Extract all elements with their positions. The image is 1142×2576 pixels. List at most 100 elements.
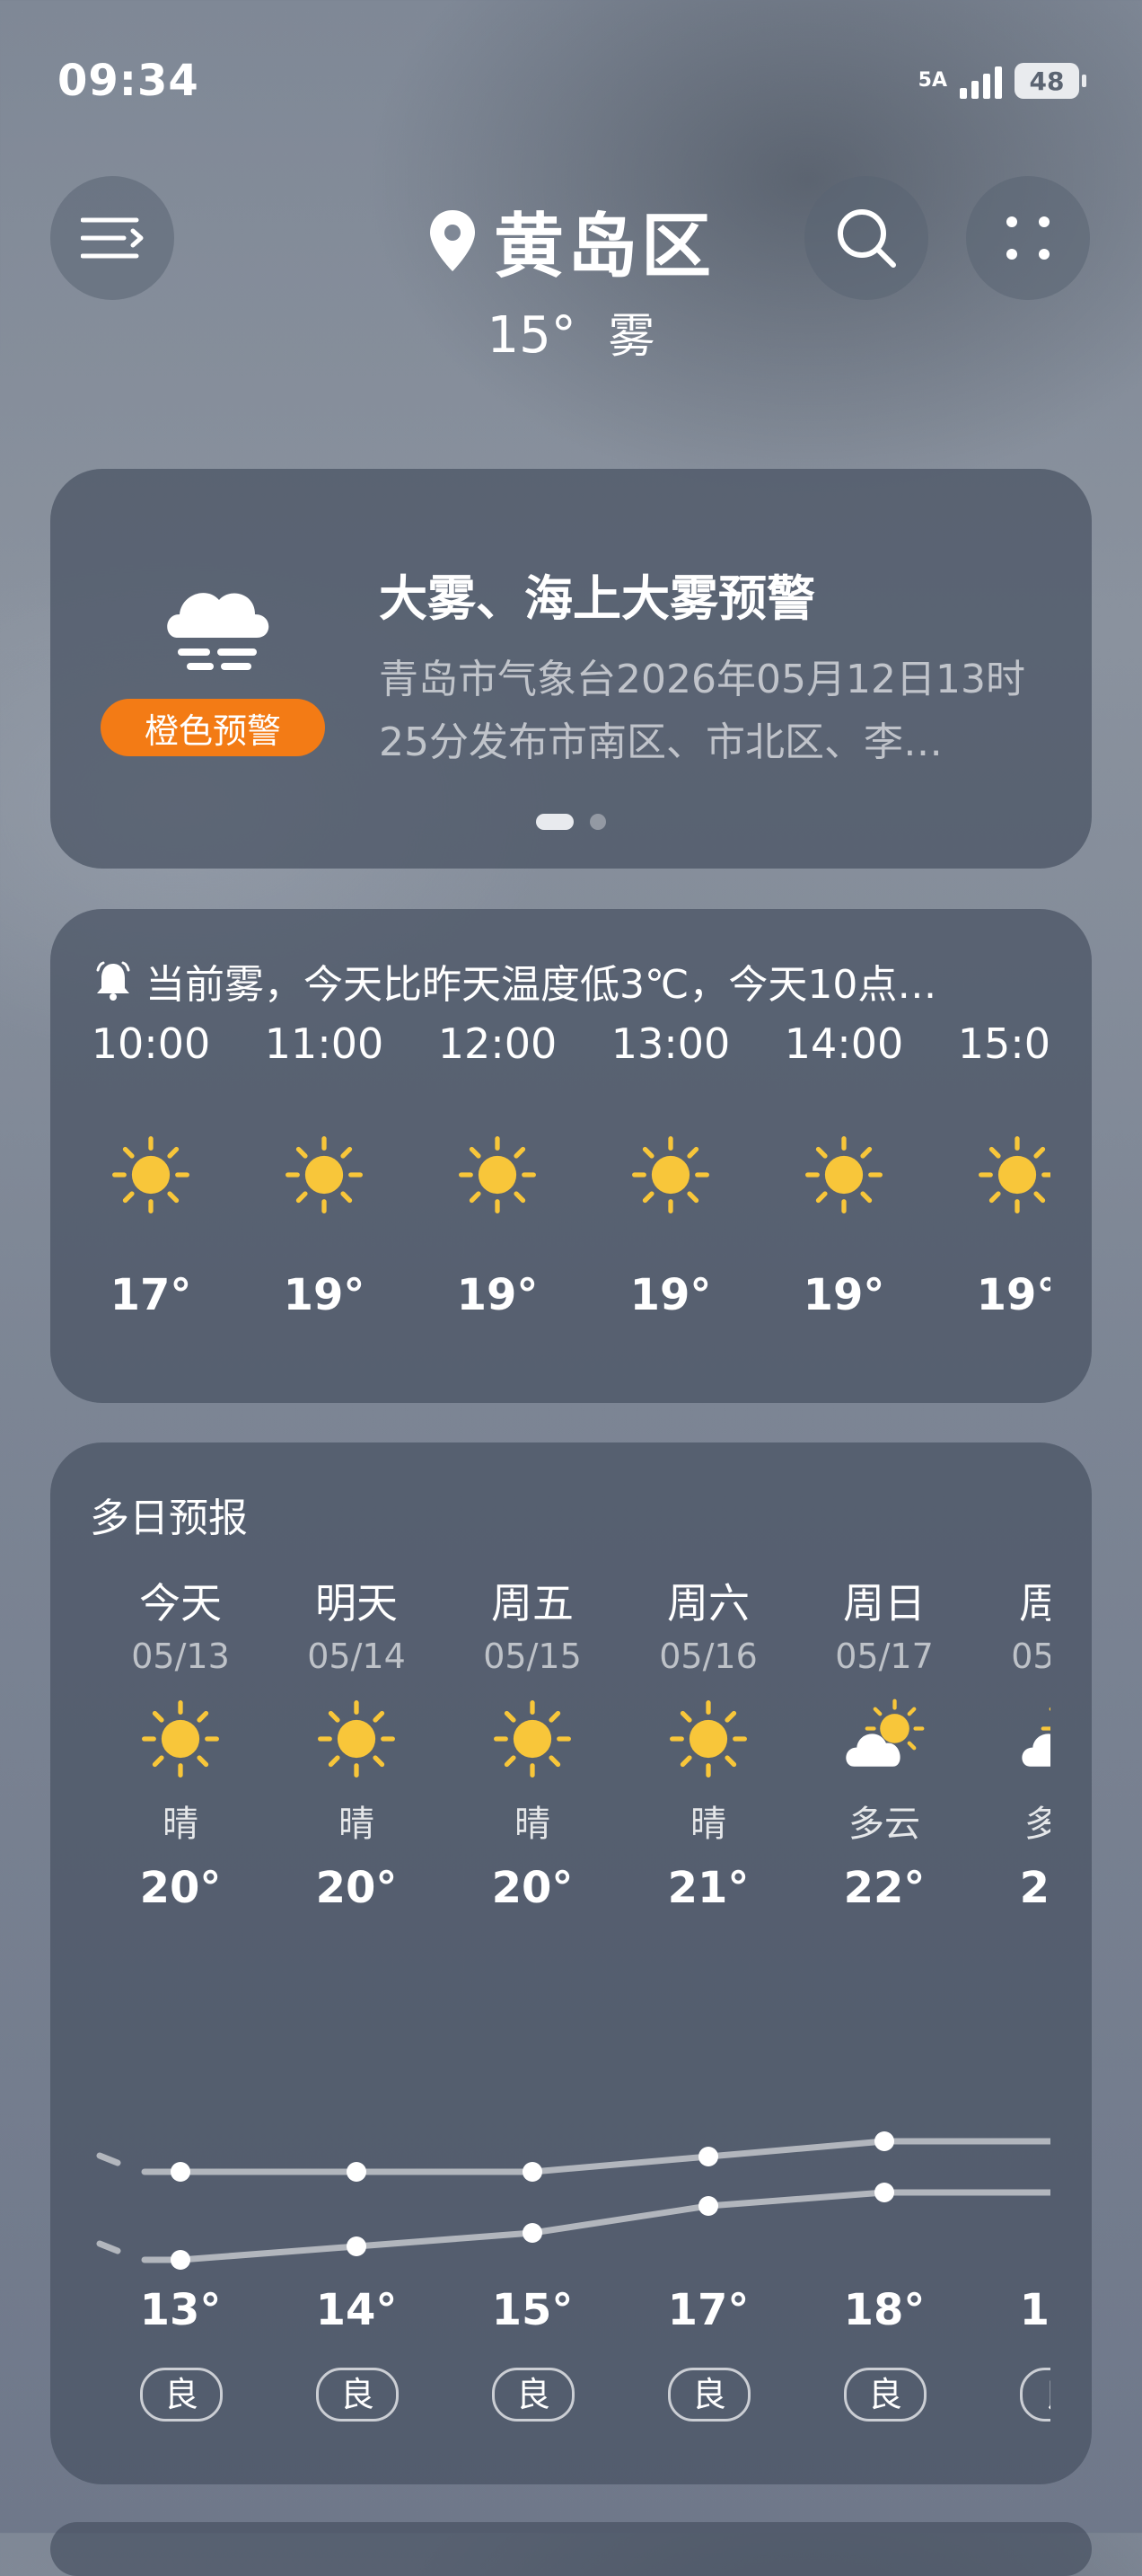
day-item[interactable]: 周六 05/16 晴 21° 17° 良 [632,1577,785,2422]
hour-item: 12:00 19° [426,1017,569,1320]
hour-icon-wrap [426,1132,569,1222]
alert-card[interactable]: 橙色预警 大雾、海上大雾预警 青岛市气象台2026年05月12日13时25分发布… [50,469,1092,869]
air-quality-badge: 良 [844,2368,927,2422]
hour-time: 11:00 [264,1019,384,1068]
high-temp-point [347,2162,366,2182]
hour-time: 13:00 [611,1019,731,1068]
hour-time: 15:00 [957,1019,1050,1068]
day-condition: 多云 [848,1804,920,1845]
day-item[interactable]: 今天 05/13 晴 20° 13° 良 [104,1577,257,2422]
day-name: 明天 [315,1579,398,1628]
bell-icon [96,961,130,1001]
day-name: 周日 [843,1579,926,1628]
location-pin-icon [429,210,475,271]
day-high: 20° [315,1863,398,1913]
day-icon-wrap [456,1694,609,1784]
hour-item: 11:00 19° [252,1017,396,1320]
sun-icon [632,1136,709,1213]
air-quality-badge: 良 [668,2368,751,2422]
alert-description: 青岛市气象台2026年05月12日13时25分发布市南区、市北区、李… [379,657,1025,765]
next-card [50,2522,1092,2576]
day-high: 22° [843,1863,926,1913]
hourly-summary: 当前雾，今天比昨天温度低3℃，今天10点… [95,952,1065,1010]
city-name: 黄岛区 [493,207,715,287]
air-quality-badge: 良 [140,2368,223,2422]
day-item[interactable]: 周一 05/18 多云 22° 18° 良 [984,1577,1050,2422]
daily-scroll[interactable]: 今天 05/13 晴 20° 13° 良明天 05/14 晴 20° 14° 良… [50,1577,1050,2475]
hour-item: 13:00 19° [599,1017,742,1320]
day-high: 22° [1019,1863,1050,1913]
search-button[interactable] [804,176,928,300]
high-temp-point [523,2162,542,2182]
day-high: 20° [491,1863,574,1913]
high-temp-line [96,2138,1050,2175]
hourly-scroll[interactable]: 10:00 17° 11:00 19° 12:00 19° 13:00 19° 14:0… [50,1017,1050,1385]
day-condition: 晴 [163,1804,198,1845]
network-label: 5A [918,69,947,92]
day-date: 05/15 [483,1636,582,1676]
day-high: 20° [139,1863,222,1913]
daily-forecast-card: 多日预报 今天 05/13 晴 20° 13° 良明天 05/14 晴 20° … [50,1442,1092,2484]
search-icon [838,209,896,268]
hour-time: 10:00 [91,1019,211,1068]
pager-dot-active [536,814,574,830]
hour-temperature: 19° [456,1270,539,1320]
day-icon-wrap [280,1694,433,1784]
sun-icon [112,1136,189,1213]
low-temp-point [698,2196,718,2216]
low-temp-point [347,2236,366,2256]
low-temp-point [874,2183,894,2202]
day-condition: 晴 [690,1804,726,1845]
current-temperature: 15° [487,306,576,365]
hour-item: 14:00 19° [772,1017,916,1320]
status-icons: 5A 48 [918,63,1086,99]
low-temp-line [96,2189,1050,2263]
alert-title: 大雾、海上大雾预警 [379,570,815,627]
day-date: 05/18 [1011,1636,1050,1676]
day-item[interactable]: 明天 05/14 晴 20° 14° 良 [280,1577,433,2422]
day-item[interactable]: 周五 05/15 晴 20° 15° 良 [456,1577,609,2422]
day-date: 05/17 [835,1636,934,1676]
day-condition: 晴 [514,1804,550,1845]
hour-icon-wrap [599,1132,742,1222]
day-low: 13° [139,2285,222,2335]
day-condition: 晴 [338,1804,374,1845]
alert-pager[interactable] [50,814,1092,830]
signal-icon [960,63,1002,99]
status-time: 09:34 [57,56,199,106]
day-low: 18° [843,2285,926,2335]
hour-time: 12:00 [437,1019,558,1068]
hour-item: 10:00 17° [79,1017,223,1320]
current-weather: 15° 雾 [0,298,1142,366]
day-icon-wrap [104,1694,257,1784]
day-low: 18° [1019,2285,1050,2335]
day-name: 周六 [667,1579,750,1628]
day-name: 周一 [1019,1579,1050,1628]
hour-icon-wrap [945,1132,1050,1222]
hour-icon-wrap [252,1132,396,1222]
pager-dot [590,814,606,830]
hour-temperature: 19° [803,1270,885,1320]
alert-level-badge: 橙色预警 [101,699,325,756]
day-low: 15° [491,2285,574,2335]
low-temp-point [171,2250,190,2270]
hour-item: 15:00 19° [945,1017,1050,1320]
hour-temperature: 19° [976,1270,1050,1320]
battery-icon: 48 [1015,63,1086,99]
more-button[interactable] [966,176,1090,300]
day-low: 17° [667,2285,750,2335]
day-item[interactable]: 周日 05/17 多云 22° 18° 良 [808,1577,961,2422]
air-quality-badge: 良 [492,2368,575,2422]
day-icon-wrap [632,1694,785,1784]
low-temp-point [523,2223,542,2243]
fog-icon [167,593,269,670]
high-temp-point [171,2162,190,2182]
hourly-forecast-card: 当前雾，今天比昨天温度低3℃，今天10点… 10:00 17° 11:00 19°… [50,909,1092,1403]
hour-temperature: 19° [283,1270,365,1320]
daily-forecast-title: 多日预报 [90,1495,248,1541]
day-high: 21° [667,1863,750,1913]
sun-icon [459,1136,536,1213]
day-name: 今天 [139,1579,222,1628]
day-date: 05/16 [659,1636,758,1676]
battery-level: 48 [1029,66,1065,96]
